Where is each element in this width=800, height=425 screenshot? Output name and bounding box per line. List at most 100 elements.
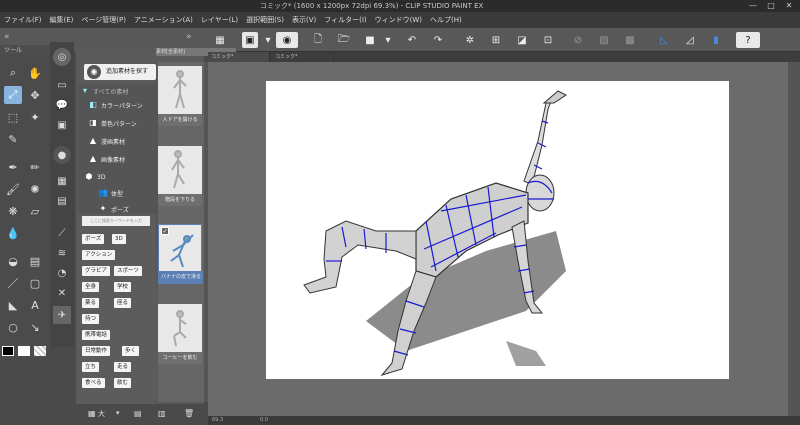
tag-search-input[interactable]: ここに検索キーワードを入力 (82, 216, 150, 226)
wand-icon[interactable]: ✦ (26, 108, 44, 126)
snap-icon[interactable]: ◿ (682, 32, 698, 48)
tag-3d[interactable]: 3D (112, 234, 126, 244)
crop-icon[interactable]: ⊡ (540, 32, 556, 48)
tag-sit[interactable]: 座る (114, 298, 132, 308)
correct-line-icon[interactable]: ↘ (26, 318, 44, 336)
balloon-icon[interactable]: ○ (4, 318, 22, 336)
brush-size-icon[interactable]: ≋ (53, 244, 71, 262)
fill-bucket-icon[interactable]: ◒ (4, 252, 22, 270)
loading-icon[interactable]: ✲ (462, 32, 478, 48)
menu-selection[interactable]: 選択範囲(S) (242, 15, 288, 25)
canvas-area[interactable] (208, 62, 800, 416)
save-icon[interactable]: ■ (362, 32, 378, 48)
color-wheel-icon[interactable]: ● (53, 146, 71, 164)
collapse-icon[interactable]: « (4, 32, 10, 42)
figure-icon[interactable]: ／ (4, 274, 22, 292)
list-icon[interactable]: ▥ (158, 409, 166, 418)
screenshot-icon[interactable]: ▣ (242, 32, 258, 48)
dropdown-icon[interactable]: ▾ (116, 409, 120, 417)
eraser-icon[interactable]: ▱ (26, 202, 44, 220)
brush-shape-icon[interactable]: ◔ (53, 264, 71, 282)
layer-icon[interactable]: ▭ (53, 76, 71, 94)
menu-grid-icon[interactable]: ▦ (212, 32, 228, 48)
menu-filter[interactable]: フィルター(I) (320, 15, 370, 25)
gradient-icon[interactable]: ▤ (26, 252, 44, 270)
tag-action[interactable]: アクション (82, 250, 116, 260)
clip-studio-icon[interactable]: ◉ (276, 32, 298, 48)
tag-run[interactable]: 走る (114, 362, 132, 372)
help-icon[interactable]: ? (736, 32, 760, 48)
redo-icon[interactable]: ↷ (430, 32, 446, 48)
sub-color-swatch[interactable] (18, 346, 30, 356)
brush-icon[interactable]: 🖌 (4, 180, 22, 198)
canvas-paper[interactable] (266, 81, 729, 379)
menu-edit[interactable]: 編集(E) (46, 15, 78, 25)
zoom-readout[interactable]: 69.3 (212, 417, 223, 423)
doc-tab[interactable]: コミック* (208, 52, 270, 62)
pencil-icon[interactable]: ✏ (26, 158, 44, 176)
eyedropper-icon[interactable]: ✎ (4, 130, 22, 148)
minimize-button[interactable]: — (744, 0, 762, 12)
frame-icon[interactable]: ▢ (26, 274, 44, 292)
menu-page[interactable]: ページ管理(P) (77, 15, 130, 25)
paste-icon[interactable]: ▤ (134, 409, 142, 418)
menu-animation[interactable]: アニメーション(A) (130, 15, 197, 25)
tag-fullbody[interactable]: 全身 (82, 282, 100, 292)
maximize-button[interactable]: □ (762, 0, 780, 12)
expand-icon[interactable]: » (186, 32, 192, 42)
trash-icon[interactable]: 🗑 (184, 409, 194, 418)
menu-view[interactable]: 表示(V) (288, 15, 320, 25)
transparent-swatch[interactable] (34, 346, 46, 356)
close-button[interactable]: ✕ (780, 0, 798, 12)
tag-pose[interactable]: ポーズ (82, 234, 105, 244)
view-size[interactable]: 大 (98, 409, 105, 419)
tree-item-mono-pattern[interactable]: ◨ 単色パターン (88, 116, 136, 130)
tool-property-icon[interactable]: ⟋ (53, 224, 71, 242)
tree-item-color-pattern[interactable]: ◧ カラーパターン (88, 98, 142, 112)
save-dropdown-icon[interactable]: ▾ (380, 32, 396, 48)
navigator-icon[interactable]: ▣ (53, 116, 71, 134)
hand-icon[interactable]: ✋ (26, 64, 44, 82)
new-file-icon[interactable]: 🗋 (310, 32, 326, 48)
menu-help[interactable]: ヘルプ(H) (426, 15, 466, 25)
doc-tab[interactable]: コミック* (272, 52, 334, 62)
thumbnail-item[interactable]: 階段を下りる (158, 146, 202, 206)
move-icon[interactable]: ✥ (26, 86, 44, 104)
zoom-icon[interactable]: ⌕ (4, 64, 22, 82)
tag-drink[interactable]: 飲む (114, 378, 132, 388)
tag-phone[interactable]: 携帯電話 (82, 330, 111, 340)
object-icon[interactable]: ✕ (53, 284, 71, 302)
thumbnail-item[interactable]: 人ドアを開ける (158, 66, 202, 126)
tag-eat[interactable]: 食べる (82, 378, 105, 388)
search-icon[interactable]: ◎ (53, 48, 71, 66)
tag-gravure[interactable]: グラビア (82, 266, 111, 276)
pen-tool-icon[interactable]: ✒ (4, 158, 22, 176)
chat-icon[interactable]: 💬 (53, 96, 71, 114)
tag-hold[interactable]: 持つ (82, 314, 100, 324)
open-folder-icon[interactable]: 🗁 (336, 32, 352, 48)
tag-school[interactable]: 学校 (114, 282, 132, 292)
text-icon[interactable]: A (26, 296, 44, 314)
tag-lie[interactable]: 薬る (82, 298, 100, 308)
material-icon[interactable]: ✈ (53, 306, 71, 324)
pen-icon[interactable]: ▮ (708, 32, 724, 48)
menu-layer[interactable]: レイヤー(L) (197, 15, 242, 25)
view-grid-icon[interactable]: ▦ (88, 409, 96, 418)
menu-window[interactable]: ウィンドウ(W) (371, 15, 426, 25)
ruler-tool-icon[interactable]: ◣ (4, 296, 22, 314)
rotation-readout[interactable]: 0.0 (260, 417, 268, 423)
main-color-swatch[interactable] (2, 346, 14, 356)
search-materials-button[interactable]: ◉ 追加素材を探す (84, 64, 156, 80)
deselect-icon[interactable]: ▩ (622, 32, 638, 48)
thumbnail-item-selected[interactable]: ✓ バナナの皮で滑る (158, 224, 203, 284)
color-set-icon[interactable]: ▦ (53, 172, 71, 190)
undo-icon[interactable]: ↶ (404, 32, 420, 48)
fill-icon[interactable]: ◪ (514, 32, 530, 48)
tag-walk[interactable]: 歩く (122, 346, 140, 356)
decoration-icon[interactable]: ❋ (4, 202, 22, 220)
thumbnail-item[interactable]: コーヒーを飲む (158, 304, 202, 364)
menu-file[interactable]: ファイル(F) (0, 15, 46, 25)
checkbox-icon[interactable]: ✓ (161, 227, 169, 235)
dropdown-icon[interactable]: ▾ (260, 32, 276, 48)
blend-icon[interactable]: 💧 (4, 224, 22, 242)
